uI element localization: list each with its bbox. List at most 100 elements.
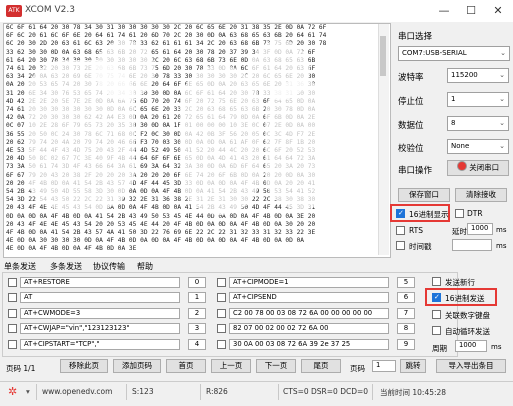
hex-line: 0D 0A 0D 0A 4F 4B 0D 0A 41 54 2B 43 49 5… <box>6 212 316 220</box>
jump-button[interactable]: 跳转 <box>400 359 426 373</box>
divider <box>372 384 373 400</box>
prev-page-button[interactable]: 上一页 <box>211 359 251 373</box>
send-row-button[interactable]: 7 <box>397 308 415 319</box>
send-newline-label: 发送新行 <box>445 278 475 287</box>
port-label: 串口选择 <box>398 32 433 42</box>
chevron-down-icon: ⌄ <box>499 95 505 103</box>
send-row-input[interactable]: AT+CIPSEND <box>229 292 389 303</box>
auto-loop-checkbox[interactable] <box>432 326 441 335</box>
hex-line: 6C 6F 61 64 20 30 78 34 30 31 30 30 30 3… <box>6 24 327 31</box>
send-row-checkbox[interactable] <box>8 293 17 302</box>
auto-loop-label: 自动循环发送 <box>445 327 490 336</box>
close-port-button[interactable]: 关闭串口 <box>447 160 509 176</box>
send-row-input[interactable]: AT+CIPSTART="TCP"," <box>20 339 180 350</box>
first-page-button[interactable]: 首页 <box>166 359 206 373</box>
add-page-button[interactable]: 添加页码 <box>113 359 161 373</box>
last-page-button[interactable]: 尾页 <box>301 359 341 373</box>
page-indicator: 页码 1/1 <box>6 364 36 373</box>
hex-line: 20 43 4F 4E 4E 45 43 54 20 20 53 45 4E 4… <box>6 220 316 228</box>
send-row-checkbox[interactable] <box>8 278 17 287</box>
close-icon[interactable]: ✕ <box>485 2 511 20</box>
next-page-button[interactable]: 下一页 <box>256 359 296 373</box>
divider <box>200 384 201 400</box>
scrollbar-thumb[interactable] <box>380 36 386 76</box>
watermark-shape <box>250 40 310 100</box>
tab-protocol[interactable]: 协议传输 <box>93 261 125 272</box>
hex-line: 4F 4B 0D 0A 41 54 2B 43 57 4A 41 50 3D 2… <box>6 229 316 237</box>
send-row-checkbox[interactable] <box>217 309 226 318</box>
period-label: 周期 <box>432 344 447 353</box>
received-count: R:826 <box>206 387 228 396</box>
send-row-input[interactable]: AT+CIPMODE=1 <box>229 277 389 288</box>
baud-label: 波特率 <box>398 73 424 83</box>
send-row-button[interactable]: 2 <box>188 308 206 319</box>
watermark-shape <box>95 40 155 100</box>
gear-icon[interactable]: ✲ <box>8 385 17 398</box>
remove-page-button[interactable]: 移除此页 <box>60 359 108 373</box>
hex-send-checkbox[interactable] <box>432 293 441 302</box>
watermark-shape <box>180 65 260 215</box>
link-keyboard-label: 关联数字键盘 <box>445 311 490 320</box>
import-export-button[interactable]: 导入导出条目 <box>436 359 506 373</box>
website-link[interactable]: www.openedv.com <box>42 387 112 396</box>
data-bits-select[interactable]: 8 ⌄ <box>447 116 509 131</box>
send-row-button[interactable]: 8 <box>397 323 415 334</box>
period-input[interactable]: 1000 <box>455 340 487 352</box>
send-row-button[interactable]: 9 <box>397 339 415 350</box>
send-row-input[interactable]: AT+CWMODE=3 <box>20 308 180 319</box>
send-row-checkbox[interactable] <box>217 278 226 287</box>
chevron-down-icon: ⌄ <box>499 71 505 79</box>
parity-select[interactable]: None ⌄ <box>447 139 509 154</box>
port-op-label: 串口操作 <box>398 166 433 176</box>
send-row-checkbox[interactable] <box>8 340 17 349</box>
tab-help[interactable]: 帮助 <box>137 261 153 272</box>
hex-display-checkbox[interactable] <box>396 209 405 218</box>
window-title: XCOM V2.3 <box>25 5 75 15</box>
chevron-down-icon: ⌄ <box>499 142 505 150</box>
send-row-checkbox[interactable] <box>217 324 226 333</box>
chevron-down-icon: ⌄ <box>500 49 506 57</box>
port-select[interactable]: COM7:USB-SERIAL ⌄ <box>398 46 510 61</box>
baud-select[interactable]: 115200 ⌄ <box>447 68 509 83</box>
send-row-checkbox[interactable] <box>217 340 226 349</box>
send-row-button[interactable]: 6 <box>397 292 415 303</box>
record-icon <box>456 161 467 171</box>
send-row-input[interactable]: AT+CWJAP="vin","123123123" <box>20 323 180 334</box>
minimize-icon[interactable]: — <box>431 2 457 20</box>
page-input[interactable]: 1 <box>372 360 396 372</box>
page-label: 页码 <box>350 364 365 373</box>
send-row-checkbox[interactable] <box>217 293 226 302</box>
send-row-checkbox[interactable] <box>8 309 17 318</box>
send-row-input[interactable]: C2 00 78 00 03 08 72 6A 00 00 00 00 00 <box>229 308 389 319</box>
send-row-button[interactable]: 5 <box>397 277 415 288</box>
rts-checkbox[interactable] <box>396 226 405 235</box>
clear-receive-button[interactable]: 清除接收 <box>455 188 507 202</box>
send-row-button[interactable]: 0 <box>188 277 206 288</box>
send-row-input[interactable]: 82 07 00 02 00 02 72 6A 00 <box>229 323 389 334</box>
link-keyboard-checkbox[interactable] <box>432 310 441 319</box>
stop-bits-select[interactable]: 1 ⌄ <box>447 92 509 107</box>
send-row-input[interactable]: AT+RESTORE <box>20 277 180 288</box>
send-row-button[interactable]: 3 <box>188 323 206 334</box>
timestamp-input[interactable] <box>452 239 492 251</box>
delay-unit: ms <box>496 226 507 234</box>
period-unit: ms <box>491 343 502 351</box>
timestamp-label: 时间戳 <box>409 242 432 251</box>
rts-label: RTS <box>409 226 424 235</box>
send-row-input[interactable]: AT <box>20 292 180 303</box>
parity-label: 校验位 <box>398 144 424 154</box>
hex-line: 6F 6C 20 61 6C 6F 6E 20 64 61 74 61 20 6… <box>6 32 327 40</box>
dtr-checkbox[interactable] <box>455 209 464 218</box>
timestamp-checkbox[interactable] <box>396 241 405 250</box>
send-row-checkbox[interactable] <box>8 324 17 333</box>
send-row-input[interactable]: 30 0A 00 03 08 72 6A 39 2e 37 25 <box>229 339 389 350</box>
delay-input[interactable]: 1000 <box>467 223 493 235</box>
maximize-icon[interactable]: ☐ <box>458 2 484 20</box>
send-row-button[interactable]: 1 <box>188 292 206 303</box>
hex-line: 33 62 30 30 0D 0A 63 68 65 63 6B 20 72 6… <box>6 48 316 56</box>
tab-single-send[interactable]: 单条发送 <box>4 261 36 272</box>
send-newline-checkbox[interactable] <box>432 277 441 286</box>
send-row-button[interactable]: 4 <box>188 339 206 350</box>
save-window-button[interactable]: 保存窗口 <box>398 188 450 202</box>
sent-count: S:123 <box>132 387 154 396</box>
